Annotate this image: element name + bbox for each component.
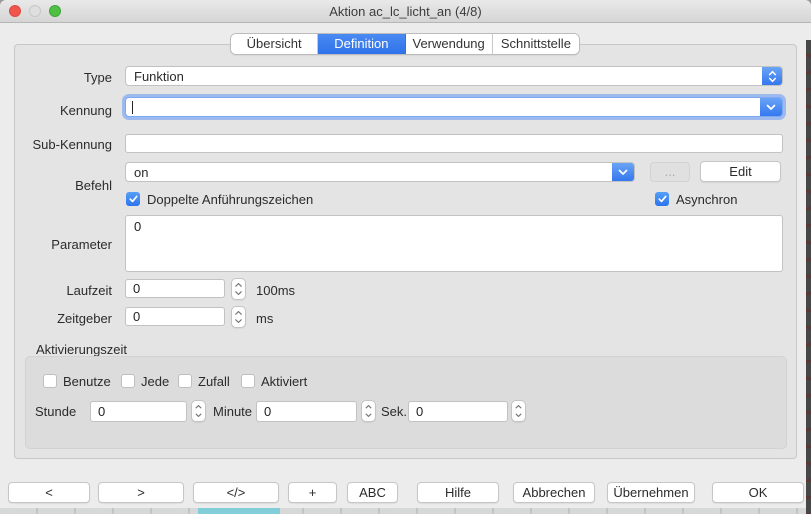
chevron-down-icon[interactable] [612,163,634,181]
zeitgeber-input[interactable] [125,307,225,326]
minute-input[interactable] [256,401,357,422]
apply-button[interactable]: Übernehmen [607,482,695,503]
ok-button[interactable]: OK [712,482,804,503]
befehl-label: Befehl [20,178,112,193]
sek-input[interactable] [408,401,508,422]
parameter-label: Parameter [20,237,112,252]
cancel-button[interactable]: Abbrechen [513,482,595,503]
minute-label: Minute [213,404,252,419]
befehl-combobox[interactable]: on [125,162,635,182]
code-button[interactable]: </> [193,482,279,503]
chevron-down-icon[interactable] [760,98,782,116]
sek-stepper[interactable] [511,400,526,422]
text-caret [132,101,133,114]
asynchron-checkbox[interactable] [655,192,669,206]
jede-label: Jede [141,374,169,389]
stunde-label: Stunde [35,404,76,419]
background-window-edge [806,40,811,514]
window-title: Aktion ac_lc_licht_an (4/8) [0,0,811,22]
laufzeit-label: Laufzeit [20,283,112,298]
sub-kennung-input[interactable] [125,134,783,153]
dialog-window: Aktion ac_lc_licht_an (4/8) Übersicht De… [0,0,811,514]
background-window-bottom [0,508,806,514]
stunde-input[interactable] [90,401,187,422]
kennung-combobox[interactable] [125,97,783,117]
sek-label: Sek. [381,404,407,419]
aktivierungszeit-title: Aktivierungszeit [36,342,127,357]
aktiviert-label: Aktiviert [261,374,307,389]
zufall-checkbox[interactable] [178,374,192,388]
zeitgeber-unit: ms [256,311,273,326]
benutze-checkbox[interactable] [43,374,57,388]
benutze-label: Benutze [63,374,111,389]
double-quotes-checkbox[interactable] [126,192,140,206]
double-quotes-label: Doppelte Anführungszeichen [147,192,313,207]
add-button[interactable]: + [288,482,337,503]
zeitgeber-label: Zeitgeber [20,311,112,326]
zufall-label: Zufall [198,374,230,389]
type-dropdown-value: Funktion [134,67,184,86]
help-button[interactable]: Hilfe [417,482,499,503]
title-bar: Aktion ac_lc_licht_an (4/8) [0,0,811,23]
tab-bar: Übersicht Definition Verwendung Schnitts… [230,33,580,55]
tab-uebersicht[interactable]: Übersicht [231,34,318,54]
asynchron-label: Asynchron [676,192,737,207]
stunde-stepper[interactable] [191,400,206,422]
background-teal-segment [198,508,280,514]
type-dropdown[interactable]: Funktion [125,66,783,86]
minute-stepper[interactable] [361,400,376,422]
tab-schnittstelle[interactable]: Schnittstelle [493,34,579,54]
laufzeit-stepper[interactable] [231,278,246,300]
tab-definition[interactable]: Definition [318,34,405,54]
jede-checkbox[interactable] [121,374,135,388]
kennung-label: Kennung [20,103,112,118]
abc-button[interactable]: ABC [347,482,398,503]
aktiviert-checkbox[interactable] [241,374,255,388]
type-label: Type [20,70,112,85]
befehl-value: on [134,163,148,182]
befehl-edit-button[interactable]: Edit [700,161,781,182]
laufzeit-unit: 100ms [256,283,295,298]
sub-kennung-label: Sub-Kennung [20,137,112,152]
popup-arrows-icon [762,67,782,85]
laufzeit-input[interactable] [125,279,225,298]
parameter-textarea[interactable]: 0 [125,215,783,272]
tab-verwendung[interactable]: Verwendung [406,34,493,54]
next-button[interactable]: > [98,482,184,503]
zeitgeber-stepper[interactable] [231,306,246,328]
befehl-browse-button: ... [650,162,690,182]
prev-button[interactable]: < [8,482,90,503]
